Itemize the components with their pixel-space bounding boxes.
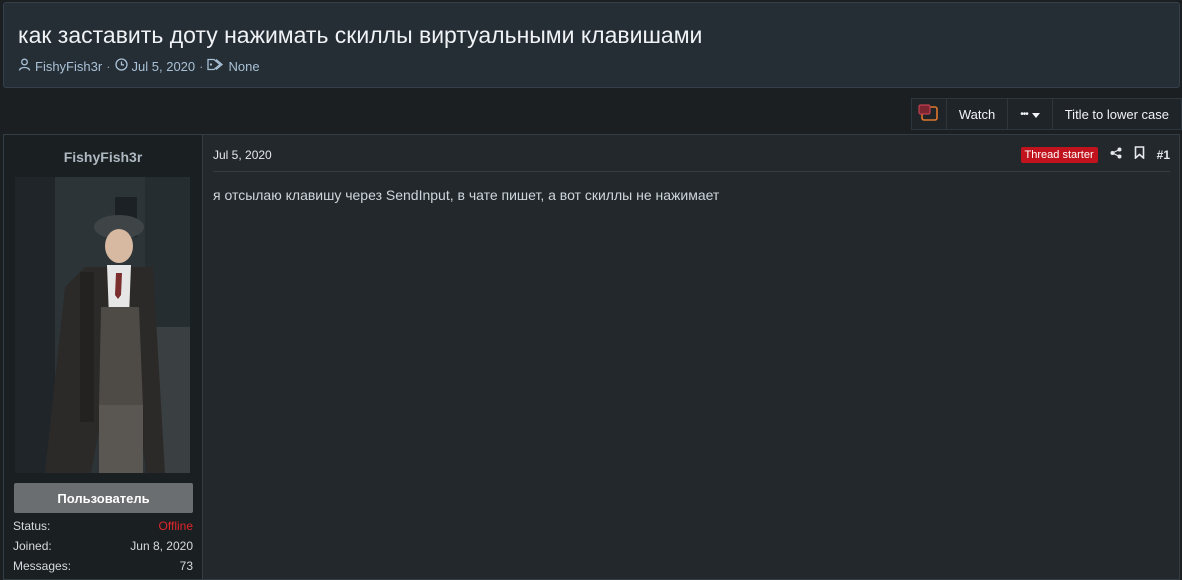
tag-icon bbox=[207, 58, 224, 74]
avatar[interactable] bbox=[15, 177, 190, 473]
thread-date-link[interactable]: Jul 5, 2020 bbox=[132, 59, 196, 74]
status-label: Status: bbox=[13, 519, 51, 533]
messages-value[interactable]: 73 bbox=[180, 559, 193, 573]
joined-label: Joined: bbox=[13, 539, 52, 553]
chevron-down-icon bbox=[1031, 107, 1040, 122]
more-options-label: ••• bbox=[1020, 108, 1028, 120]
message-header-divider bbox=[213, 171, 1170, 172]
page-title: как заставить доту нажимать скиллы вирту… bbox=[18, 22, 703, 48]
status-value: Offline bbox=[158, 519, 193, 533]
thread-header: как заставить доту нажимать скиллы вирту… bbox=[3, 2, 1180, 88]
messages-row: Messages: 73 bbox=[13, 559, 193, 573]
message-main: Jul 5, 2020 Thread starter #1 я отсылаю … bbox=[203, 135, 1179, 579]
thread-meta: FishyFish3r · Jul 5, 2020 · None bbox=[18, 58, 260, 74]
user-icon bbox=[18, 58, 31, 74]
more-options-button[interactable]: ••• bbox=[1007, 99, 1052, 129]
share-icon[interactable] bbox=[1110, 146, 1122, 164]
user-sidebar: FishyFish3r Пользователь Status: Offline… bbox=[4, 135, 203, 579]
watch-button[interactable]: Watch bbox=[945, 99, 1007, 129]
post-date-link[interactable]: Jul 5, 2020 bbox=[213, 148, 272, 162]
joined-value: Jun 8, 2020 bbox=[130, 539, 193, 553]
meta-separator: · bbox=[106, 58, 111, 74]
clock-icon bbox=[114, 58, 128, 74]
thread-toolbar: Watch ••• Title to lower case bbox=[910, 98, 1182, 130]
post-number-link[interactable]: #1 bbox=[1157, 148, 1170, 162]
title-lowercase-button[interactable]: Title to lower case bbox=[1051, 99, 1181, 129]
status-row: Status: Offline bbox=[13, 519, 193, 533]
meta-separator: · bbox=[199, 58, 204, 74]
thread-tools-icon[interactable] bbox=[912, 99, 946, 129]
bookmark-icon[interactable] bbox=[1134, 146, 1145, 164]
thread-author-link[interactable]: FishyFish3r bbox=[35, 59, 102, 74]
post-message: FishyFish3r Пользователь Status: Offline… bbox=[3, 134, 1180, 580]
post-username[interactable]: FishyFish3r bbox=[4, 149, 202, 165]
user-role-button[interactable]: Пользователь bbox=[14, 483, 193, 513]
joined-row: Joined: Jun 8, 2020 bbox=[13, 539, 193, 553]
thread-starter-badge: Thread starter bbox=[1020, 147, 1098, 163]
post-actions: Thread starter #1 bbox=[1020, 146, 1170, 164]
messages-label: Messages: bbox=[13, 559, 72, 573]
message-body: я отсылаю клавишу через SendInput, в чат… bbox=[213, 187, 720, 203]
thread-tags-link[interactable]: None bbox=[228, 59, 259, 74]
